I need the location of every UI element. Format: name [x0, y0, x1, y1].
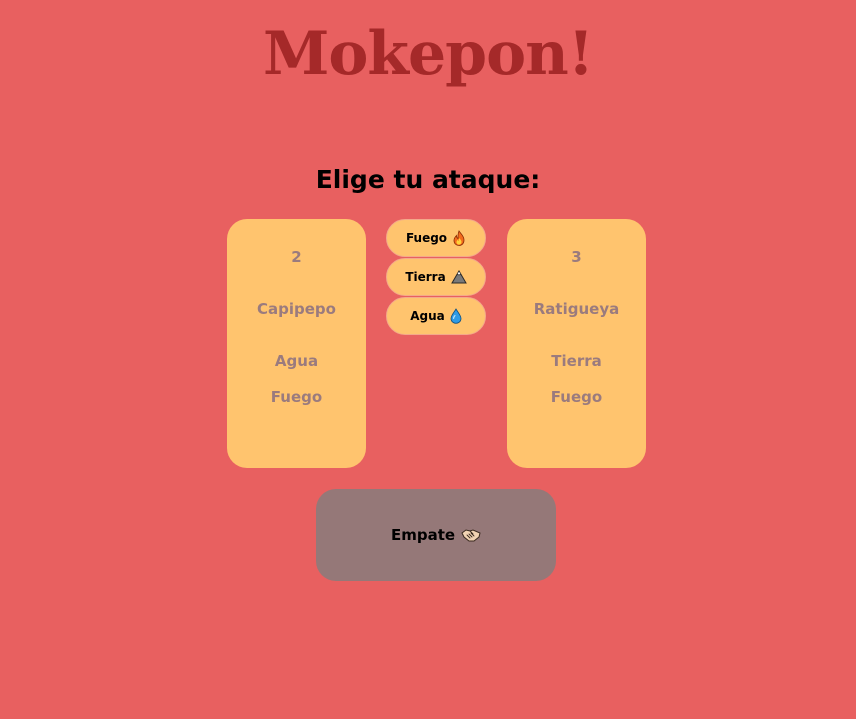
- handshake-icon: [461, 527, 481, 543]
- water-attack-button[interactable]: Agua: [386, 297, 486, 335]
- game-title: Mokepon!: [262, 19, 594, 89]
- enemy-attack-log-item: Fuego: [550, 388, 603, 406]
- water-drop-icon: [450, 308, 462, 324]
- earth-attack-label: Tierra: [405, 270, 446, 284]
- mountain-icon: [450, 270, 467, 284]
- fire-attack-button[interactable]: Fuego: [386, 219, 486, 257]
- combat-result-text: Empate: [390, 526, 456, 544]
- player-attack-log-item: Fuego: [270, 388, 323, 406]
- fire-attack-label: Fuego: [405, 231, 448, 245]
- player-lives: 2: [291, 248, 302, 266]
- enemy-mokepon-card: 3 Ratigueya Tierra Fuego: [507, 219, 646, 468]
- enemy-lives: 3: [571, 248, 582, 266]
- player-attack-log-item: Agua: [274, 352, 319, 370]
- player-pet-name: Capipepo: [257, 300, 336, 318]
- earth-attack-button[interactable]: Tierra: [386, 258, 486, 296]
- fire-icon: [452, 230, 466, 246]
- player-mokepon-card: 2 Capipepo Agua Fuego: [227, 219, 366, 468]
- combat-result-panel: Empate: [316, 489, 556, 581]
- attack-prompt: Elige tu ataque:: [315, 165, 541, 194]
- enemy-pet-name: Ratigueya: [533, 300, 620, 318]
- enemy-attack-log-item: Tierra: [551, 352, 602, 370]
- water-attack-label: Agua: [410, 309, 445, 323]
